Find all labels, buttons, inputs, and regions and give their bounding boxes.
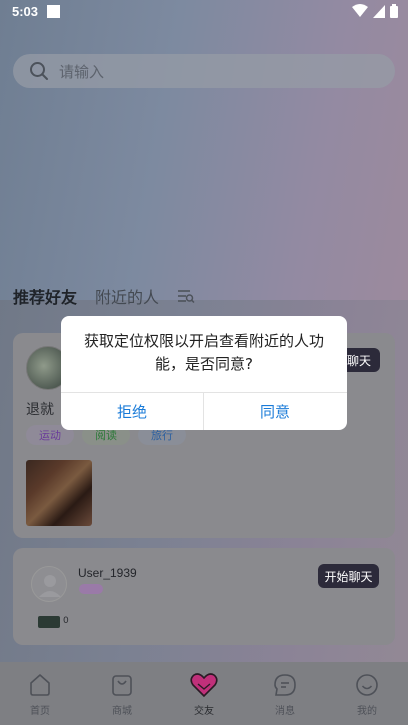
start-chat-label: 开始聊天	[324, 569, 373, 584]
nav-home-label: 首页	[30, 706, 50, 717]
nav-messages-label: 消息	[275, 706, 295, 717]
location-permission-dialog: 获取定位权限以开启查看附近的人功能，是否同意? 拒绝 同意	[61, 316, 347, 430]
friend-card[interactable]: User_1939 开始聊天 0	[13, 548, 395, 645]
home-icon	[30, 674, 50, 696]
tab-recommended[interactable]: 推荐好友	[13, 284, 77, 308]
nav-messages[interactable]: 消息	[255, 672, 315, 717]
status-icons	[352, 4, 398, 18]
signal-icon	[373, 4, 385, 18]
level-badge	[38, 616, 60, 628]
heart-icon	[190, 673, 218, 698]
username: User_1939	[78, 566, 137, 580]
filter-list-icon[interactable]	[177, 288, 195, 304]
search-input[interactable]: 请输入	[59, 61, 104, 82]
search-icon	[30, 62, 48, 80]
nav-profile[interactable]: 我的	[337, 672, 397, 717]
header-gradient	[0, 0, 408, 300]
level-count: 0	[63, 616, 69, 626]
default-avatar-icon	[39, 575, 61, 597]
reject-button[interactable]: 拒绝	[61, 393, 203, 430]
friend-tabs: 推荐好友 附近的人	[13, 284, 195, 308]
notification-icon	[47, 5, 60, 18]
nav-home[interactable]: 首页	[10, 672, 70, 717]
avatar[interactable]	[31, 566, 67, 602]
nav-friends-label: 交友	[194, 706, 214, 717]
tab-nearby[interactable]: 附近的人	[95, 284, 159, 308]
battery-icon	[390, 4, 398, 18]
smile-icon	[356, 674, 378, 696]
nav-mall-label: 商城	[112, 706, 132, 717]
start-chat-button[interactable]: 开始聊天	[318, 564, 379, 588]
bottom-navigation: 首页 商城 交友 消息 我的	[0, 662, 408, 725]
message-icon	[274, 674, 296, 696]
user-bio: 退就	[26, 402, 54, 418]
gender-badge	[79, 584, 103, 594]
user-photo[interactable]	[26, 460, 92, 526]
nav-mall[interactable]: 商城	[92, 672, 152, 717]
status-bar: 5:03	[0, 0, 408, 24]
nav-friends[interactable]: 交友	[174, 672, 234, 717]
status-time: 5:03	[12, 4, 39, 19]
wifi-icon	[352, 4, 368, 17]
accept-button[interactable]: 同意	[204, 393, 346, 430]
bag-icon	[112, 675, 132, 696]
nav-profile-label: 我的	[357, 706, 377, 717]
dialog-message: 获取定位权限以开启查看附近的人功能，是否同意?	[83, 332, 324, 373]
search-bar[interactable]: 请输入	[13, 54, 395, 88]
chat-button-label: 聊天	[346, 353, 371, 368]
